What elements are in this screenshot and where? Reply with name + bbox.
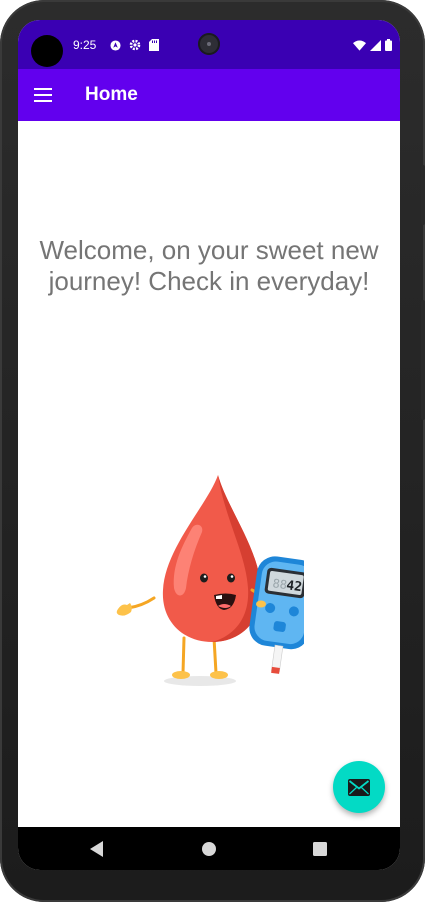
recents-button[interactable] (308, 837, 332, 861)
signal-icon (370, 38, 381, 56)
notification-icon (110, 38, 121, 56)
front-camera-icon (198, 33, 220, 55)
page-title: Home (85, 84, 138, 105)
mail-fab-button[interactable] (333, 761, 385, 813)
app-bar: Home (18, 69, 400, 121)
phone-screen: 9:25 Home Welcome, on your sweet new jou… (18, 20, 400, 870)
status-time: 9:25 (73, 38, 97, 52)
hamburger-menu-icon (34, 88, 52, 102)
sd-card-icon (149, 38, 159, 56)
wifi-icon (353, 38, 366, 56)
power-button (421, 300, 425, 420)
home-icon (202, 842, 216, 856)
volume-button (421, 165, 425, 225)
back-button[interactable] (85, 837, 109, 861)
recents-icon (313, 842, 327, 856)
settings-icon (129, 38, 141, 56)
back-icon (90, 841, 103, 857)
blood-drop-glucose-meter-illustration: 88 42 (112, 470, 317, 692)
welcome-message: Welcome, on your sweet new journey! Chec… (39, 235, 379, 296)
punch-hole-camera (31, 35, 63, 67)
status-icons-right (353, 38, 392, 56)
home-button[interactable] (197, 837, 221, 861)
meter-reading: 42 (285, 578, 303, 595)
hamburger-menu-button[interactable] (28, 81, 58, 109)
status-bar: 9:25 (18, 20, 400, 69)
status-icons-left (110, 38, 159, 56)
mail-icon (348, 778, 370, 796)
battery-icon (385, 38, 392, 56)
system-nav-bar (18, 827, 400, 870)
